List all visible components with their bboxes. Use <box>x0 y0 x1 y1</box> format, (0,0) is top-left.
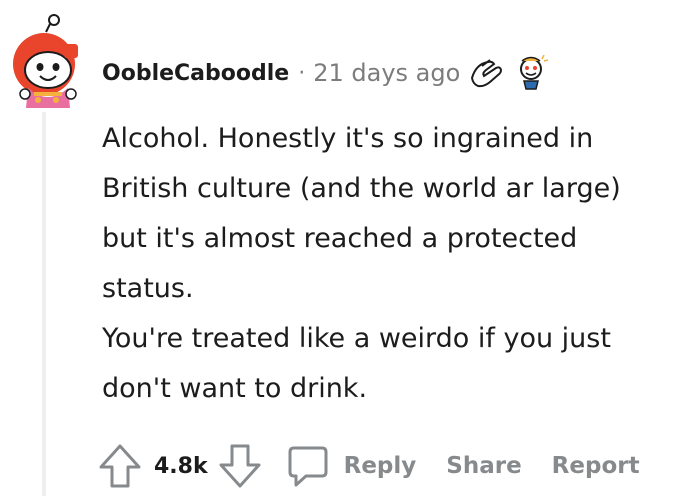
comment-actions: 4.8k Reply Share Report <box>98 440 640 492</box>
comment-line: status. <box>102 273 194 304</box>
reply-button[interactable]: Reply <box>286 444 417 488</box>
upvote-arrow-icon[interactable] <box>98 443 142 489</box>
share-button[interactable]: Share <box>446 453 521 479</box>
vote-score: 4.8k <box>154 453 208 479</box>
username[interactable]: OobleCaboodle <box>102 61 289 86</box>
reply-label: Reply <box>343 453 417 479</box>
snoo-avatar-icon[interactable] <box>8 14 78 110</box>
comment: OobleCaboodle · 21 days ago Alcohol. Hon… <box>0 0 700 496</box>
comment-line: British culture (and the world ar large) <box>102 173 621 204</box>
snoo-award-icon[interactable] <box>514 55 549 91</box>
comment-line: don't want to drink. <box>102 373 368 404</box>
comment-line: Alcohol. Honestly it's so ingrained in <box>102 123 594 154</box>
chat-bubble-icon <box>288 446 328 487</box>
comment-body: Alcohol. Honestly it's so ingrained in B… <box>102 114 700 414</box>
report-button[interactable]: Report <box>552 453 640 479</box>
comment-line: but it's almost reached a protected <box>102 223 578 254</box>
separator-dot: · <box>298 60 306 86</box>
comment-line: You're treated like a weirdo if you just <box>102 323 611 354</box>
downvote-arrow-icon[interactable] <box>218 443 262 489</box>
hands-award-icon[interactable] <box>468 56 506 90</box>
comment-header: OobleCaboodle · 21 days ago <box>102 55 549 91</box>
thread-line[interactable] <box>42 112 46 496</box>
timestamp[interactable]: 21 days ago <box>313 59 460 87</box>
